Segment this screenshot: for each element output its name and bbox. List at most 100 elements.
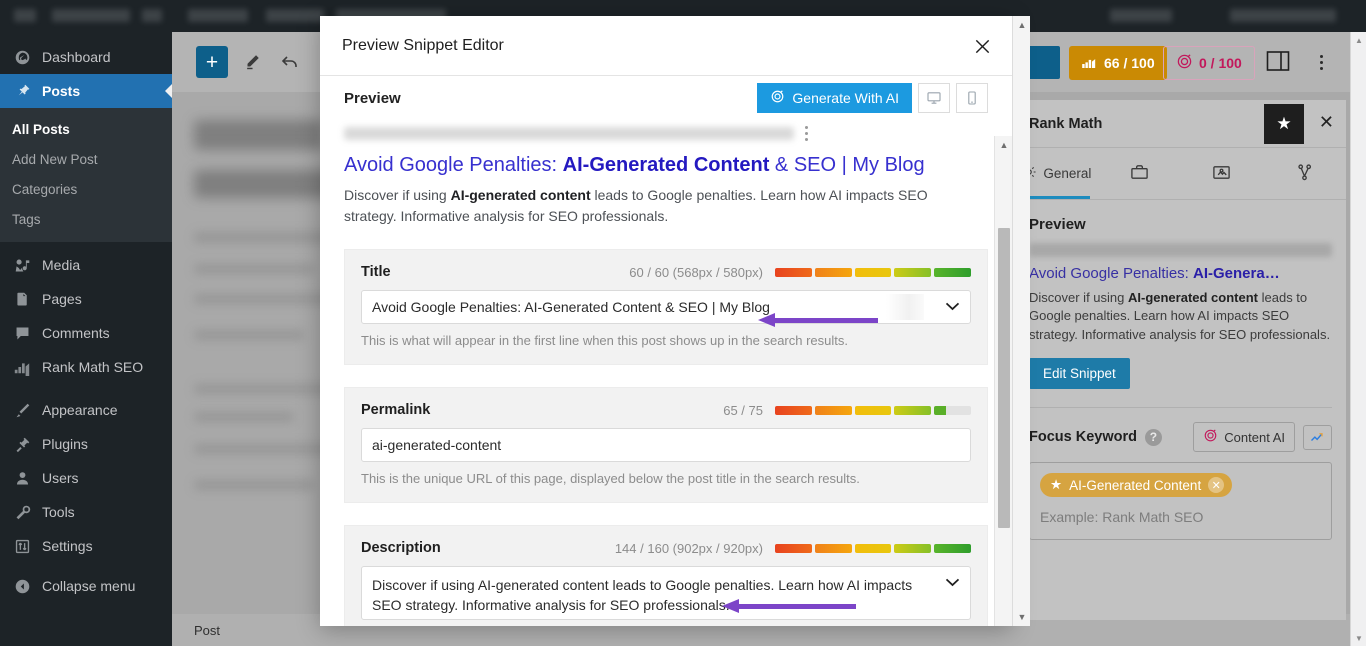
scroll-up-arrow-icon[interactable]: ▲ xyxy=(1351,32,1366,48)
close-icon[interactable] xyxy=(970,34,994,58)
content-ai-button[interactable]: Content AI xyxy=(1193,422,1295,453)
preview-label: Preview xyxy=(344,89,401,107)
sidebar-item-settings[interactable]: Settings xyxy=(0,529,172,563)
sidebar-item-label: Settings xyxy=(42,538,93,554)
snippet-url-blurred xyxy=(344,127,794,140)
preview-desc-bold: AI-generated content xyxy=(1127,290,1258,305)
rank-math-title: Rank Math xyxy=(1029,115,1103,132)
remove-icon[interactable]: ✕ xyxy=(1208,477,1225,494)
star-icon[interactable]: ★ xyxy=(1264,104,1304,144)
focus-keyword-input-box[interactable]: ★ AI-Generated Content ✕ Example: Rank M… xyxy=(1029,462,1332,541)
sidebar-item-rank-math-seo[interactable]: Rank Math SEO xyxy=(0,350,172,384)
description-field-header: Description 144 / 160 (902px / 920px) xyxy=(361,540,971,556)
sidebar-item-plugins[interactable]: Plugins xyxy=(0,427,172,461)
content-ai-icon xyxy=(1203,428,1218,446)
sidebar-item-label: Rank Math SEO xyxy=(42,359,144,375)
edit-snippet-button[interactable]: Edit Snippet xyxy=(1029,358,1130,390)
generate-with-ai-button[interactable]: Generate With AI xyxy=(757,83,912,113)
undo-arrow-icon[interactable] xyxy=(278,50,302,74)
title-field-card: Title 60 / 60 (568px / 580px) Avoid Goog… xyxy=(344,249,988,365)
snippet-url-row xyxy=(344,126,988,141)
add-block-button[interactable]: + xyxy=(196,46,228,78)
scroll-up-arrow-icon[interactable]: ▲ xyxy=(995,136,1012,154)
sidebar-item-tools[interactable]: Tools xyxy=(0,495,172,529)
users-icon xyxy=(12,468,32,488)
rank-math-preview-title: Avoid Google Penalties: AI-Genera… xyxy=(1029,265,1332,283)
focus-keyword-placeholder: Example: Rank Math SEO xyxy=(1040,509,1204,526)
add-block-label: + xyxy=(205,50,219,74)
divider xyxy=(1029,407,1332,409)
permalink-field-help: This is the unique URL of this page, dis… xyxy=(361,471,860,486)
sidebar-item-posts[interactable]: Posts xyxy=(0,74,173,108)
rank-math-preview-heading: Preview xyxy=(1029,216,1086,233)
sidebar-item-label: Appearance xyxy=(42,402,118,418)
modal-scrollbar[interactable]: ▲ ▼ xyxy=(994,136,1012,626)
sidebar-item-dashboard[interactable]: Dashboard xyxy=(0,40,172,74)
sidebar-item-label: Pages xyxy=(42,291,82,307)
content-ai-score-badge[interactable]: 0 / 100 xyxy=(1163,46,1255,80)
rankmath-icon xyxy=(1081,55,1098,71)
media-icon xyxy=(12,255,32,275)
question-mark-icon[interactable]: ? xyxy=(1144,428,1162,446)
focus-keyword-row: Focus Keyword ? Content AI xyxy=(1029,422,1332,453)
generate-with-ai-label: Generate With AI xyxy=(792,90,899,106)
tab-advanced[interactable] xyxy=(1098,148,1181,199)
content-ai-score-value: 0 / 100 xyxy=(1199,55,1242,71)
snippet-title: Avoid Google Penalties: AI-Generated Con… xyxy=(344,153,988,178)
permalink-input-value: ai-generated-content xyxy=(372,437,502,453)
permalink-input[interactable]: ai-generated-content xyxy=(361,428,971,462)
seo-score-value: 66 / 100 xyxy=(1104,55,1155,71)
sidebar-item-collapse-menu[interactable]: Collapse menu xyxy=(0,569,172,603)
trending-up-icon[interactable] xyxy=(1303,424,1332,450)
scrollbar-thumb[interactable] xyxy=(998,228,1010,528)
scroll-down-arrow-icon[interactable]: ▼ xyxy=(1351,630,1366,646)
sidebar-item-categories[interactable]: Categories xyxy=(0,174,172,204)
desktop-monitor-icon[interactable] xyxy=(918,83,950,113)
collapse-icon xyxy=(12,576,32,596)
schema-share-icon xyxy=(1295,163,1314,185)
kebab-menu-icon[interactable] xyxy=(805,126,988,141)
tools-icon xyxy=(12,502,32,522)
kebab-menu-icon[interactable] xyxy=(1310,50,1332,74)
close-icon[interactable]: ✕ xyxy=(1319,113,1334,131)
appearance-icon xyxy=(12,400,32,420)
rankmath-icon xyxy=(12,357,32,377)
mobile-phone-icon[interactable] xyxy=(956,83,988,113)
seo-score-badge[interactable]: 66 / 100 xyxy=(1069,46,1167,80)
page-scrollbar[interactable]: ▲ ▼ xyxy=(1350,32,1366,646)
sidebar-item-label: Posts xyxy=(42,83,81,99)
sidebar-item-users[interactable]: Users xyxy=(0,461,172,495)
star-icon: ★ xyxy=(1050,477,1063,493)
sidebar-item-appearance[interactable]: Appearance xyxy=(0,393,172,427)
edit-snippet-label: Edit Snippet xyxy=(1043,366,1116,382)
sidebar-item-media[interactable]: Media xyxy=(0,248,172,282)
title-input[interactable]: Avoid Google Penalties: AI-Generated Con… xyxy=(361,290,971,324)
sidebar-item-add-new-post[interactable]: Add New Post xyxy=(0,144,172,174)
chevron-down-icon[interactable] xyxy=(937,300,960,315)
modal-window-scrollbar[interactable]: ▲ ▼ xyxy=(1012,16,1030,626)
comments-icon xyxy=(12,323,32,343)
sidebar-item-tags[interactable]: Tags xyxy=(0,204,172,234)
scroll-up-arrow-icon[interactable]: ▲ xyxy=(1013,16,1031,34)
focus-keyword-chip[interactable]: ★ AI-Generated Content ✕ xyxy=(1040,473,1233,498)
permalink-field-header: Permalink 65 / 75 xyxy=(361,402,971,418)
description-field-label: Description xyxy=(361,540,441,556)
title-score-bar xyxy=(775,267,971,277)
sidebar-item-all-posts[interactable]: All Posts xyxy=(0,114,172,144)
sidebar-item-label: Media xyxy=(42,257,81,273)
tab-schema[interactable] xyxy=(1263,148,1346,199)
preview-url-blurred xyxy=(1029,243,1332,257)
tab-social[interactable] xyxy=(1181,148,1264,199)
pages-icon xyxy=(12,289,32,309)
description-textarea[interactable]: Discover if using AI-generated content l… xyxy=(361,566,971,620)
sidebar-item-comments[interactable]: Comments xyxy=(0,316,172,350)
pencil-icon[interactable] xyxy=(240,50,264,74)
rank-math-panel-header: Rank Math ★ ✕ xyxy=(1015,100,1346,148)
snippet-desc-part1: Discover if using xyxy=(344,187,451,203)
pin-icon xyxy=(12,81,32,101)
sidebar-item-pages[interactable]: Pages xyxy=(0,282,172,316)
chevron-down-icon[interactable] xyxy=(937,575,960,594)
scroll-down-arrow-icon[interactable]: ▼ xyxy=(1013,608,1031,626)
preview-desc-part1: Discover if using xyxy=(1029,290,1128,305)
sidebar-toggle-icon[interactable] xyxy=(1266,50,1292,74)
